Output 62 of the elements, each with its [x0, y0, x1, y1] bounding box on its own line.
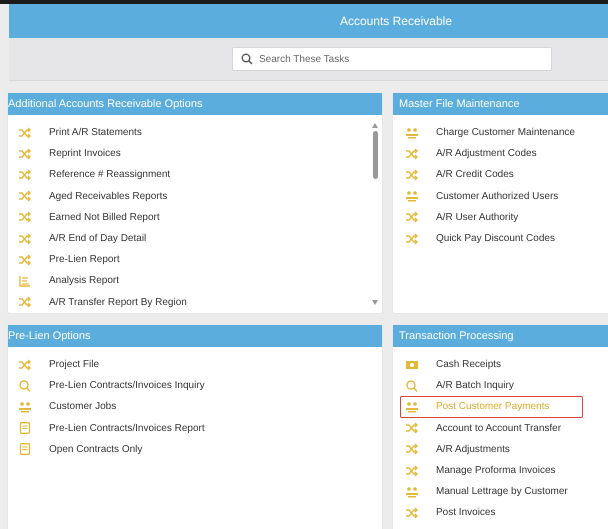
document-icon: [18, 443, 32, 456]
shuffle-icon: [405, 211, 419, 224]
people-icon: [405, 190, 419, 202]
task-item[interactable]: A/R User Authority: [400, 206, 583, 228]
task-item[interactable]: Pre-Lien Contracts/Invoices Report: [13, 418, 282, 439]
shuffle-icon: [405, 506, 419, 519]
task-item[interactable]: Reference # Reassignment: [13, 164, 271, 186]
shuffle-icon: [18, 168, 32, 181]
task-item[interactable]: A/R Transfer Report By Region: [13, 292, 271, 313]
task-item[interactable]: A/R Adjustments: [400, 438, 583, 460]
task-item[interactable]: A/R Batch Inquiry: [400, 375, 583, 396]
document-icon: [18, 422, 32, 434]
task-item[interactable]: Analysis Report: [13, 270, 271, 292]
panel-title: Master File Maintenance: [398, 98, 520, 110]
task-item[interactable]: A/R Credit Codes: [400, 164, 583, 186]
search-icon: [18, 380, 32, 392]
shuffle-icon: [405, 232, 419, 245]
task-item[interactable]: Reprint Invoices: [13, 143, 271, 164]
task-item[interactable]: Manual Lettrage by Customer: [400, 481, 583, 502]
task-item[interactable]: A/R End of Day Detail: [13, 228, 271, 250]
people-icon: [405, 486, 419, 498]
task-item[interactable]: Cash Receipts: [400, 354, 583, 376]
chart-icon: [18, 274, 32, 287]
task-item[interactable]: Pre-Lien Contracts/Invoices Inquiry: [13, 375, 282, 396]
task-item[interactable]: Customer Jobs: [13, 396, 282, 418]
task-item[interactable]: Customer Authorized Users: [400, 186, 583, 207]
cash-icon: [405, 358, 419, 371]
task-item[interactable]: Quick Pay Discount Codes: [400, 228, 583, 250]
shuffle-icon: [405, 148, 419, 160]
shuffle-icon: [405, 443, 419, 456]
people-icon: [18, 400, 32, 413]
task-item[interactable]: Charge Customer Maintenance: [400, 122, 583, 144]
panel-title: Additional Accounts Receivable Options: [8, 98, 202, 110]
task-item[interactable]: Account to Account Transfer: [400, 418, 583, 439]
task-item[interactable]: Pre-Lien Report: [13, 249, 271, 270]
search-field[interactable]: Search These Tasks: [232, 47, 552, 71]
task-item[interactable]: Open Contracts Only: [13, 438, 282, 460]
task-item[interactable]: Aged Receivables Reports: [13, 186, 271, 207]
page-title: Accounts Receivable: [340, 14, 452, 28]
people-icon: [405, 400, 419, 413]
people-icon: [405, 126, 419, 139]
shuffle-icon: [18, 358, 32, 371]
shuffle-icon: [18, 254, 32, 266]
shuffle-icon: [18, 126, 32, 139]
shuffle-icon: [18, 190, 32, 202]
task-item[interactable]: Project File: [13, 354, 282, 376]
panel-title: Transaction Processing: [398, 330, 514, 342]
search-icon: [405, 380, 419, 392]
shuffle-icon: [405, 464, 419, 477]
task-item[interactable]: Print A/R Statements: [13, 122, 271, 144]
task-item[interactable]: Post Invoices: [400, 502, 583, 524]
scrollbar[interactable]: [371, 123, 379, 305]
panel-title: Pre-Lien Options: [8, 330, 91, 342]
shuffle-icon: [18, 148, 32, 160]
task-item[interactable]: Earned Not Billed Report: [13, 206, 271, 228]
shuffle-icon: [405, 422, 419, 434]
shuffle-icon: [405, 168, 419, 181]
task-item[interactable]: Manage Proforma Invoices: [400, 460, 583, 482]
shuffle-icon: [18, 232, 32, 245]
shuffle-icon: [18, 211, 32, 224]
task-item[interactable]: A/R Adjustment Codes: [400, 143, 583, 164]
shuffle-icon: [18, 296, 32, 308]
